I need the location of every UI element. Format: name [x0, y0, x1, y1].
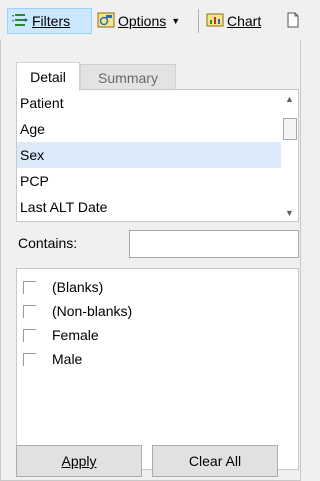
value-list[interactable]: (Blanks) (Non-blanks) Female Male: [16, 268, 299, 470]
apply-button[interactable]: Apply: [16, 445, 142, 477]
clear-all-label: Clear All: [188, 453, 242, 469]
scroll-thumb[interactable]: [283, 118, 297, 140]
tab-detail-label: Detail: [30, 69, 66, 85]
scroll-down-icon[interactable]: ▼: [285, 208, 294, 218]
field-item-patient[interactable]: Patient: [17, 90, 298, 116]
document-icon: [286, 12, 300, 31]
field-item-label: Patient: [20, 95, 64, 111]
field-item-last-alt-date[interactable]: Last ALT Date: [17, 194, 298, 220]
document-button[interactable]: [283, 8, 301, 34]
apply-label: Apply: [61, 453, 97, 469]
field-item-sex[interactable]: Sex: [17, 142, 298, 168]
options-button[interactable]: Options ▼: [94, 8, 194, 34]
value-label: (Non-blanks): [52, 303, 133, 319]
chart-button[interactable]: Chart: [203, 8, 278, 34]
field-list[interactable]: Patient Age Sex PCP Last ALT Date ▲ ▼: [16, 89, 299, 222]
chevron-down-icon: ▼: [171, 16, 181, 26]
toolbar: Filters Options ▼ Chart: [0, 0, 301, 40]
checkbox[interactable]: [23, 280, 36, 294]
value-item-non-blanks[interactable]: (Non-blanks): [23, 299, 132, 323]
value-label: (Blanks): [52, 279, 104, 295]
toolbar-separator: [198, 9, 199, 33]
value-label: Male: [52, 351, 83, 367]
filter-icon: [11, 12, 29, 31]
checkbox[interactable]: [23, 328, 36, 342]
chart-label: Chart: [227, 13, 262, 29]
tab-summary-label: Summary: [98, 69, 158, 86]
options-icon: [97, 12, 115, 31]
checkbox[interactable]: [23, 352, 36, 366]
scroll-up-icon[interactable]: ▲: [285, 94, 294, 104]
field-list-scrollbar[interactable]: ▲ ▼: [281, 90, 298, 221]
filters-label: Filters: [32, 13, 71, 29]
field-item-label: Last ALT Date: [20, 199, 108, 215]
field-item-age[interactable]: Age: [17, 116, 298, 142]
value-label: Female: [52, 327, 99, 343]
contains-label: Contains:: [18, 235, 78, 251]
field-item-label: Age: [20, 121, 45, 137]
clear-all-button[interactable]: Clear All: [152, 445, 278, 477]
value-item-female[interactable]: Female: [23, 323, 99, 347]
field-item-label: Sex: [20, 147, 45, 163]
options-label: Options: [118, 13, 167, 29]
tab-summary[interactable]: Summary: [80, 64, 176, 90]
filters-button[interactable]: Filters: [7, 8, 92, 34]
value-item-blanks[interactable]: (Blanks): [23, 275, 103, 299]
chart-icon: [206, 12, 224, 31]
tab-detail[interactable]: Detail: [16, 62, 80, 91]
value-item-male[interactable]: Male: [23, 347, 82, 371]
contains-input[interactable]: [129, 230, 299, 258]
checkbox[interactable]: [23, 304, 36, 318]
field-item-label: PCP: [20, 173, 49, 189]
field-item-pcp[interactable]: PCP: [17, 168, 298, 194]
